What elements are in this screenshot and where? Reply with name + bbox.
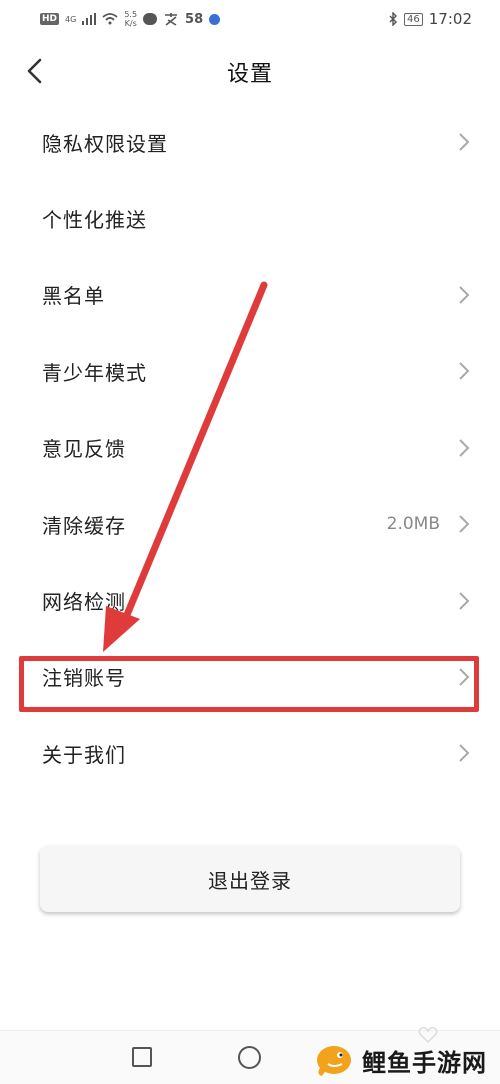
fish-logo-icon [317, 1046, 351, 1076]
chevron-right-icon [459, 515, 470, 533]
settings-item-clear-cache[interactable]: 清除缓存 2.0MB [0, 486, 500, 562]
settings-item-blacklist[interactable]: 黑名单 [0, 257, 500, 333]
bluetooth-icon [389, 12, 398, 26]
settings-item-personalized-push[interactable]: 个性化推送 [0, 180, 500, 256]
settings-item-label: 个性化推送 [42, 208, 147, 233]
battery-icon: 46 [404, 12, 423, 26]
settings-item-network-check[interactable]: 网络检测 [0, 562, 500, 638]
signal-icon [82, 13, 97, 25]
network-speed: 5.5 K/s [124, 10, 137, 28]
settings-list: 隐私权限设置 个性化推送 黑名单 青少年模式 意见反馈 清除缓存 2.0MB 网… [0, 104, 500, 792]
settings-item-label: 注销账号 [42, 666, 126, 691]
notification-count: 58 [185, 11, 204, 27]
chevron-right-icon [459, 286, 470, 304]
settings-item-delete-account[interactable]: 注销账号 [0, 639, 500, 715]
chevron-right-icon [459, 362, 470, 381]
status-bar-right: 46 17:02 [388, 10, 472, 28]
settings-item-label: 清除缓存 [42, 513, 126, 538]
status-bar: HD 4G 5.5 K/s 58 46 17:02 [0, 0, 500, 38]
chevron-right-icon [459, 744, 470, 763]
logout-button[interactable]: 退出登录 [40, 846, 460, 912]
home-button[interactable] [238, 1046, 261, 1069]
recent-apps-button[interactable] [132, 1047, 152, 1067]
settings-item-label: 关于我们 [42, 742, 126, 767]
network-speed-unit: K/s [124, 19, 137, 28]
watermark-text: 鲤鱼手游网 [362, 1048, 487, 1077]
settings-item-feedback[interactable]: 意见反馈 [0, 410, 500, 486]
network-speed-value: 5.5 [124, 10, 138, 19]
app-header: 设置 [0, 40, 500, 104]
chevron-right-icon [459, 591, 470, 610]
wifi-icon [102, 13, 118, 25]
app-notification-icon [165, 13, 178, 26]
hd-badge: HD [40, 13, 60, 25]
settings-item-label: 网络检测 [42, 590, 126, 615]
page-title: 设置 [226, 62, 273, 87]
settings-item-label: 隐私权限设置 [42, 131, 168, 156]
status-bar-left: HD 4G 5.5 K/s 58 [40, 10, 221, 28]
settings-item-label: 意见反馈 [42, 437, 126, 462]
settings-item-teen-mode[interactable]: 青少年模式 [0, 333, 500, 409]
clock: 17:02 [428, 10, 472, 28]
chevron-right-icon [459, 133, 470, 151]
music-app-icon [209, 13, 221, 25]
settings-item-label: 黑名单 [42, 284, 105, 309]
message-icon [143, 13, 158, 25]
settings-item-privacy[interactable]: 隐私权限设置 [0, 104, 500, 180]
cache-size-value: 2.0MB [386, 514, 440, 535]
chevron-right-icon [459, 439, 470, 457]
network-type: 4G [65, 14, 77, 24]
chevron-right-icon [459, 668, 470, 686]
watermark: 鲤鱼手游网 [314, 1038, 487, 1082]
settings-item-about-us[interactable]: 关于我们 [0, 715, 500, 791]
settings-item-label: 青少年模式 [42, 360, 147, 385]
